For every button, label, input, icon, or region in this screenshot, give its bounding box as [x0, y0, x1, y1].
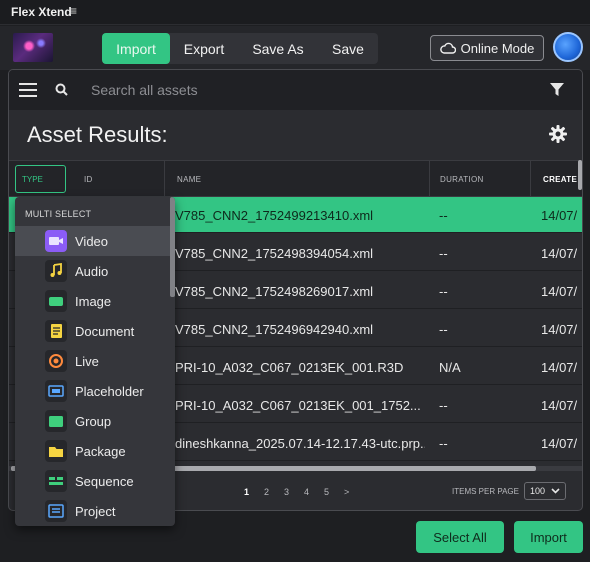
search-bar: Search all assets [9, 70, 582, 110]
dropdown-item-label: Group [75, 414, 112, 429]
asset-created: 14/07/ [541, 208, 578, 223]
globe-icon[interactable] [553, 32, 583, 62]
image-icon [45, 290, 67, 312]
live-icon [45, 350, 67, 372]
id-column-header[interactable]: ID [84, 175, 93, 184]
import-button[interactable]: Import [514, 521, 583, 553]
asset-created: 14/07/ [541, 246, 578, 261]
asset-created: 14/07/ [541, 322, 578, 337]
dropdown-item-live[interactable]: Live [15, 346, 170, 376]
page-4[interactable]: 4 [304, 487, 309, 497]
asset-created: 14/07/ [541, 398, 578, 413]
online-mode-label: Online Mode [460, 40, 535, 56]
filter-icon[interactable] [550, 83, 564, 96]
results-title: Asset Results: [27, 122, 168, 147]
dropdown-item-package[interactable]: Package [15, 436, 170, 466]
save-button[interactable]: Save [318, 33, 378, 64]
project-icon [45, 500, 67, 522]
page-1[interactable]: 1 [244, 487, 249, 497]
table-header: TYPE ID NAME DURATION CREATE [9, 160, 582, 198]
vertical-scrollbar[interactable] [578, 160, 582, 190]
dropdown-item-label: Image [75, 294, 112, 309]
asset-duration: -- [439, 284, 448, 299]
asset-created: 14/07/ [541, 360, 578, 375]
dropdown-item-video[interactable]: Video [15, 226, 170, 256]
gear-icon[interactable] [549, 125, 567, 143]
dropdown-item-label: Video [75, 234, 109, 249]
dropdown-item-sequence[interactable]: Sequence [15, 466, 170, 496]
hamburger-icon[interactable] [19, 82, 37, 98]
dropdown-item-label: Document [75, 324, 135, 339]
title-bar: Flex Xtend ≡ [0, 0, 590, 25]
video-icon [45, 230, 67, 252]
column-divider [530, 161, 531, 198]
dropdown-item-document[interactable]: Document [15, 316, 170, 346]
group-icon [45, 410, 67, 432]
select-all-button[interactable]: Select All [416, 521, 504, 553]
audio-icon [45, 260, 67, 282]
dropdown-item-label: Placeholder [75, 384, 144, 399]
save-as-button[interactable]: Save As [238, 33, 318, 64]
dropdown-item-label: Audio [75, 264, 109, 279]
asset-duration: -- [439, 246, 448, 261]
dropdown-item-label: Project [75, 504, 116, 519]
dropdown-item-project[interactable]: Project [15, 496, 170, 526]
app-title: Flex Xtend [11, 5, 72, 19]
asset-duration: N/A [439, 360, 461, 375]
column-divider [164, 161, 165, 198]
items-per-page-label: ITEMS PER PAGE [452, 487, 519, 496]
column-divider [429, 161, 430, 198]
search-icon[interactable] [55, 83, 68, 96]
action-segment: Import Export Save As Save [102, 33, 378, 64]
asset-name: V785_CNN2_1752496942940.xml [175, 322, 374, 337]
dropdown-scrollbar[interactable] [170, 197, 175, 297]
online-mode-button[interactable]: Online Mode [430, 35, 544, 61]
chevron-down-icon [551, 488, 560, 494]
asset-created: 14/07/ [541, 284, 578, 299]
asset-duration: -- [439, 436, 448, 451]
asset-thumbnail [13, 33, 53, 62]
items-per-page-value: 100 [530, 486, 546, 496]
asset-duration: -- [439, 208, 448, 223]
dropdown-item-placeholder[interactable]: Placeholder [15, 376, 170, 406]
search-input[interactable]: Search all assets [91, 82, 198, 98]
items-per-page-select[interactable]: 100 [524, 482, 566, 500]
asset-duration: -- [439, 322, 448, 337]
dropdown-item-label: Sequence [75, 474, 134, 489]
created-column-header[interactable]: CREATE [543, 175, 577, 184]
asset-name: dineshkanna_2025.07.14-12.17.43-utc.prp.… [175, 436, 425, 451]
dropdown-item-label: Package [75, 444, 126, 459]
name-column-header[interactable]: NAME [177, 175, 201, 184]
asset-created: 14/07/ [541, 436, 578, 451]
dropdown-item-image[interactable]: Image [15, 286, 170, 316]
asset-name: PRI-10_A032_C067_0213EK_001.R3D [175, 360, 404, 375]
type-dropdown: MULTI SELECT Video Audio Image Document Live… [15, 197, 175, 526]
asset-name: V785_CNN2_1752498269017.xml [175, 284, 374, 299]
asset-name: V785_CNN2_1752499213410.xml [175, 208, 374, 223]
dropdown-item-audio[interactable]: Audio [15, 256, 170, 286]
asset-name: PRI-10_A032_C067_0213EK_001_1752... [175, 398, 421, 413]
import-tab-button[interactable]: Import [102, 33, 170, 64]
asset-duration: -- [439, 398, 448, 413]
dropdown-item-group[interactable]: Group [15, 406, 170, 436]
sequence-icon [45, 470, 67, 492]
export-button[interactable]: Export [170, 33, 238, 64]
page-3[interactable]: 3 [284, 487, 289, 497]
page-2[interactable]: 2 [264, 487, 269, 497]
multi-select-header: MULTI SELECT [25, 209, 92, 219]
dropdown-item-label: Live [75, 354, 99, 369]
type-filter-button[interactable]: TYPE [15, 165, 66, 193]
package-icon [45, 440, 67, 462]
next-page-button[interactable]: > [344, 487, 349, 497]
duration-column-header[interactable]: DURATION [440, 175, 484, 184]
type-column-header: TYPE [22, 175, 43, 184]
cloud-icon [439, 42, 456, 54]
hamburger-menu-icon[interactable]: ≡ [70, 4, 77, 18]
asset-name: V785_CNN2_1752498394054.xml [175, 246, 374, 261]
document-icon [45, 320, 67, 342]
placeholder-icon [45, 380, 67, 402]
page-5[interactable]: 5 [324, 487, 329, 497]
